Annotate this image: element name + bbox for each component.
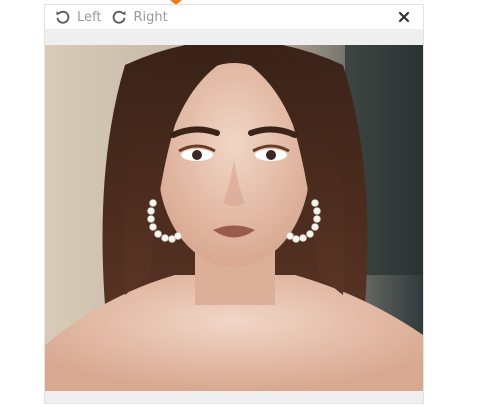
portrait-image — [45, 45, 423, 391]
close-icon — [398, 11, 410, 23]
rotate-left-button[interactable]: Left — [55, 5, 101, 29]
toolbar-separator — [45, 29, 423, 45]
viewer-toolbar: Left Right — [45, 5, 423, 29]
image-viewer-panel: Left Right — [44, 4, 424, 404]
viewer-footer — [45, 391, 423, 403]
rotate-left-icon — [56, 10, 70, 24]
rotate-right-icon — [113, 10, 126, 24]
portrait-photo — [45, 45, 423, 391]
close-button[interactable] — [395, 8, 413, 26]
image-viewer-stage: Left Right — [0, 0, 500, 406]
rotate-right-button[interactable]: Right — [111, 5, 168, 29]
rotate-left-label: Left — [77, 9, 102, 25]
rotate-right-label: Right — [133, 9, 168, 25]
